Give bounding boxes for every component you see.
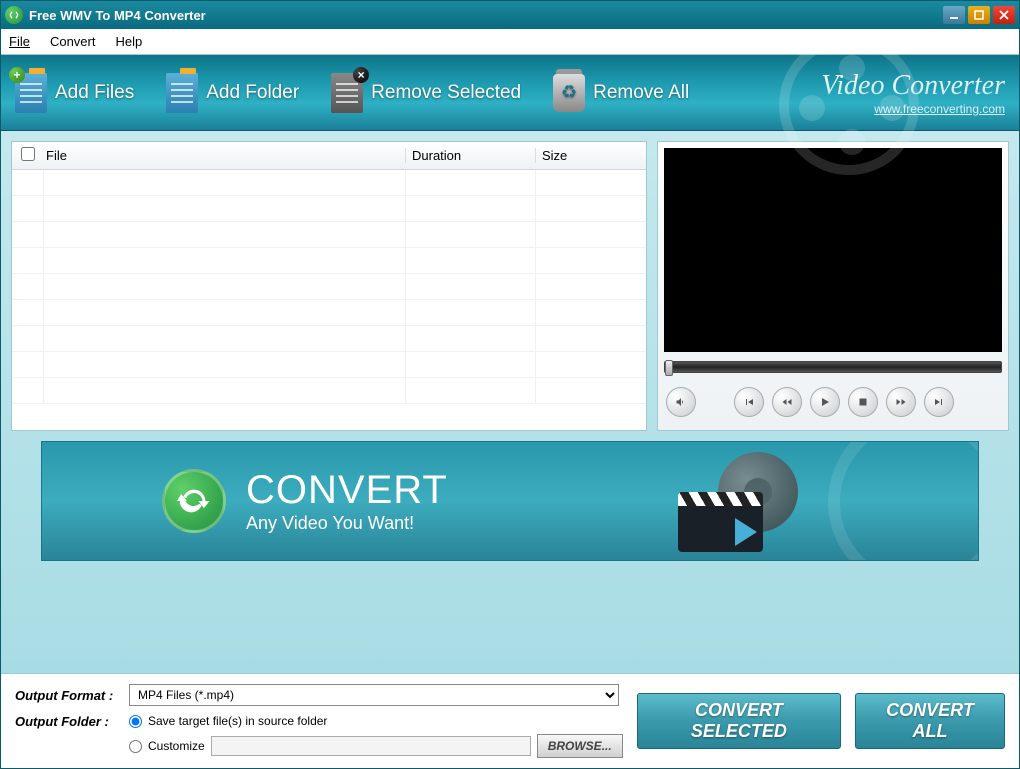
remove-selected-button[interactable]: Remove Selected [331, 73, 521, 113]
folder-add-icon [166, 73, 198, 113]
volume-button[interactable] [666, 387, 696, 417]
column-header-duration[interactable]: Duration [406, 148, 536, 163]
preview-panel [657, 141, 1009, 431]
custom-folder-input[interactable] [211, 736, 531, 756]
table-row [12, 274, 646, 300]
convert-selected-button[interactable]: CONVERT SELECTED [637, 693, 841, 749]
table-row [12, 196, 646, 222]
radio-customize[interactable]: Customize BROWSE... [129, 734, 623, 758]
preview-screen [664, 148, 1002, 352]
file-list-body[interactable] [12, 170, 646, 430]
app-window: Free WMV To MP4 Converter File Convert H… [0, 0, 1020, 769]
table-row [12, 326, 646, 352]
menu-convert[interactable]: Convert [50, 34, 96, 49]
browse-button[interactable]: BROWSE... [537, 734, 623, 758]
table-row [12, 170, 646, 196]
close-button[interactable] [993, 6, 1015, 24]
film-reel-decoration-icon [779, 35, 919, 175]
radio-save-source-label: Save target file(s) in source folder [148, 714, 327, 728]
file-list-panel: File Duration Size [11, 141, 647, 431]
add-folder-button[interactable]: Add Folder [166, 73, 299, 113]
radio-save-source[interactable]: Save target file(s) in source folder [129, 714, 623, 728]
remove-all-button[interactable]: Remove All [553, 74, 689, 112]
banner-title: CONVERT [246, 468, 448, 513]
menu-file[interactable]: File [9, 34, 30, 49]
table-row [12, 248, 646, 274]
convert-all-button[interactable]: CONVERT ALL [855, 693, 1005, 749]
table-row [12, 300, 646, 326]
table-row [12, 378, 646, 404]
remove-selected-label: Remove Selected [371, 82, 521, 104]
table-row [12, 352, 646, 378]
file-add-icon [15, 73, 47, 113]
menu-help[interactable]: Help [115, 34, 142, 49]
recycle-bin-icon [553, 74, 585, 112]
skip-start-button[interactable] [734, 387, 764, 417]
output-format-label: Output Format : [15, 688, 123, 703]
banner-subtitle: Any Video You Want! [246, 513, 448, 534]
titlebar[interactable]: Free WMV To MP4 Converter [1, 1, 1019, 29]
bottom-panel: Output Format : MP4 Files (*.mp4) Output… [1, 673, 1019, 768]
stop-button[interactable] [848, 387, 878, 417]
file-list-header: File Duration Size [12, 142, 646, 170]
media-controls [664, 380, 1002, 424]
add-folder-label: Add Folder [206, 82, 299, 104]
select-all-checkbox[interactable] [21, 147, 35, 161]
app-title: Free WMV To MP4 Converter [29, 8, 206, 23]
seek-thumb-icon[interactable] [665, 360, 673, 376]
radio-save-source-input[interactable] [129, 715, 142, 728]
add-files-label: Add Files [55, 82, 134, 104]
table-row [12, 222, 646, 248]
radio-customize-input[interactable] [129, 740, 142, 753]
remove-all-label: Remove All [593, 82, 689, 104]
column-header-size[interactable]: Size [536, 148, 646, 163]
media-graphic-icon [668, 452, 798, 552]
file-remove-icon [331, 73, 363, 113]
toolbar: Add Files Add Folder Remove Selected Rem… [1, 55, 1019, 131]
seek-slider[interactable] [664, 361, 1002, 373]
maximize-button[interactable] [968, 6, 990, 24]
convert-circle-icon [162, 469, 226, 533]
minimize-button[interactable] [943, 6, 965, 24]
skip-end-button[interactable] [924, 387, 954, 417]
column-header-file[interactable]: File [44, 148, 406, 163]
convert-banner: CONVERT Any Video You Want! [41, 441, 979, 561]
app-logo-icon [5, 6, 23, 24]
forward-button[interactable] [886, 387, 916, 417]
output-format-select[interactable]: MP4 Files (*.mp4) [129, 684, 619, 706]
rewind-button[interactable] [772, 387, 802, 417]
add-files-button[interactable]: Add Files [15, 73, 134, 113]
body-wrap: File Duration Size [1, 131, 1019, 673]
output-folder-label: Output Folder : [15, 714, 123, 729]
radio-customize-label: Customize [148, 739, 205, 753]
film-reel-decoration-icon [828, 441, 979, 561]
play-button[interactable] [810, 387, 840, 417]
